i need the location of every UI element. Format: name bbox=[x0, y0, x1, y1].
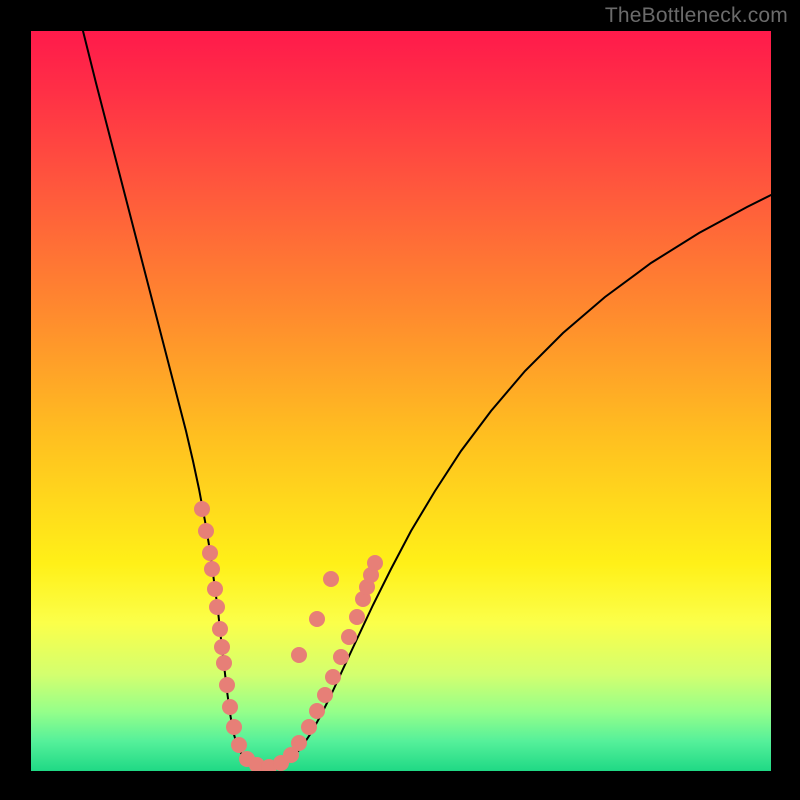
data-marker bbox=[367, 555, 383, 571]
data-marker bbox=[325, 669, 341, 685]
watermark-label: TheBottleneck.com bbox=[605, 4, 788, 28]
data-marker bbox=[212, 621, 228, 637]
data-marker bbox=[194, 501, 210, 517]
data-marker bbox=[291, 647, 307, 663]
data-marker bbox=[349, 609, 365, 625]
data-marker bbox=[309, 703, 325, 719]
data-marker bbox=[207, 581, 223, 597]
chart-frame: TheBottleneck.com bbox=[0, 0, 800, 800]
bottleneck-curve bbox=[83, 31, 771, 768]
data-marker bbox=[291, 735, 307, 751]
plot-area bbox=[31, 31, 771, 771]
data-marker bbox=[226, 719, 242, 735]
data-marker bbox=[309, 611, 325, 627]
data-marker bbox=[204, 561, 220, 577]
data-marker bbox=[209, 599, 225, 615]
data-marker bbox=[301, 719, 317, 735]
chart-svg bbox=[31, 31, 771, 771]
data-marker bbox=[222, 699, 238, 715]
data-marker bbox=[216, 655, 232, 671]
data-marker bbox=[231, 737, 247, 753]
data-marker bbox=[341, 629, 357, 645]
data-marker bbox=[198, 523, 214, 539]
data-marker bbox=[323, 571, 339, 587]
data-marker bbox=[333, 649, 349, 665]
data-marker bbox=[214, 639, 230, 655]
data-marker bbox=[202, 545, 218, 561]
marker-group bbox=[194, 501, 383, 771]
data-marker bbox=[219, 677, 235, 693]
data-marker bbox=[317, 687, 333, 703]
